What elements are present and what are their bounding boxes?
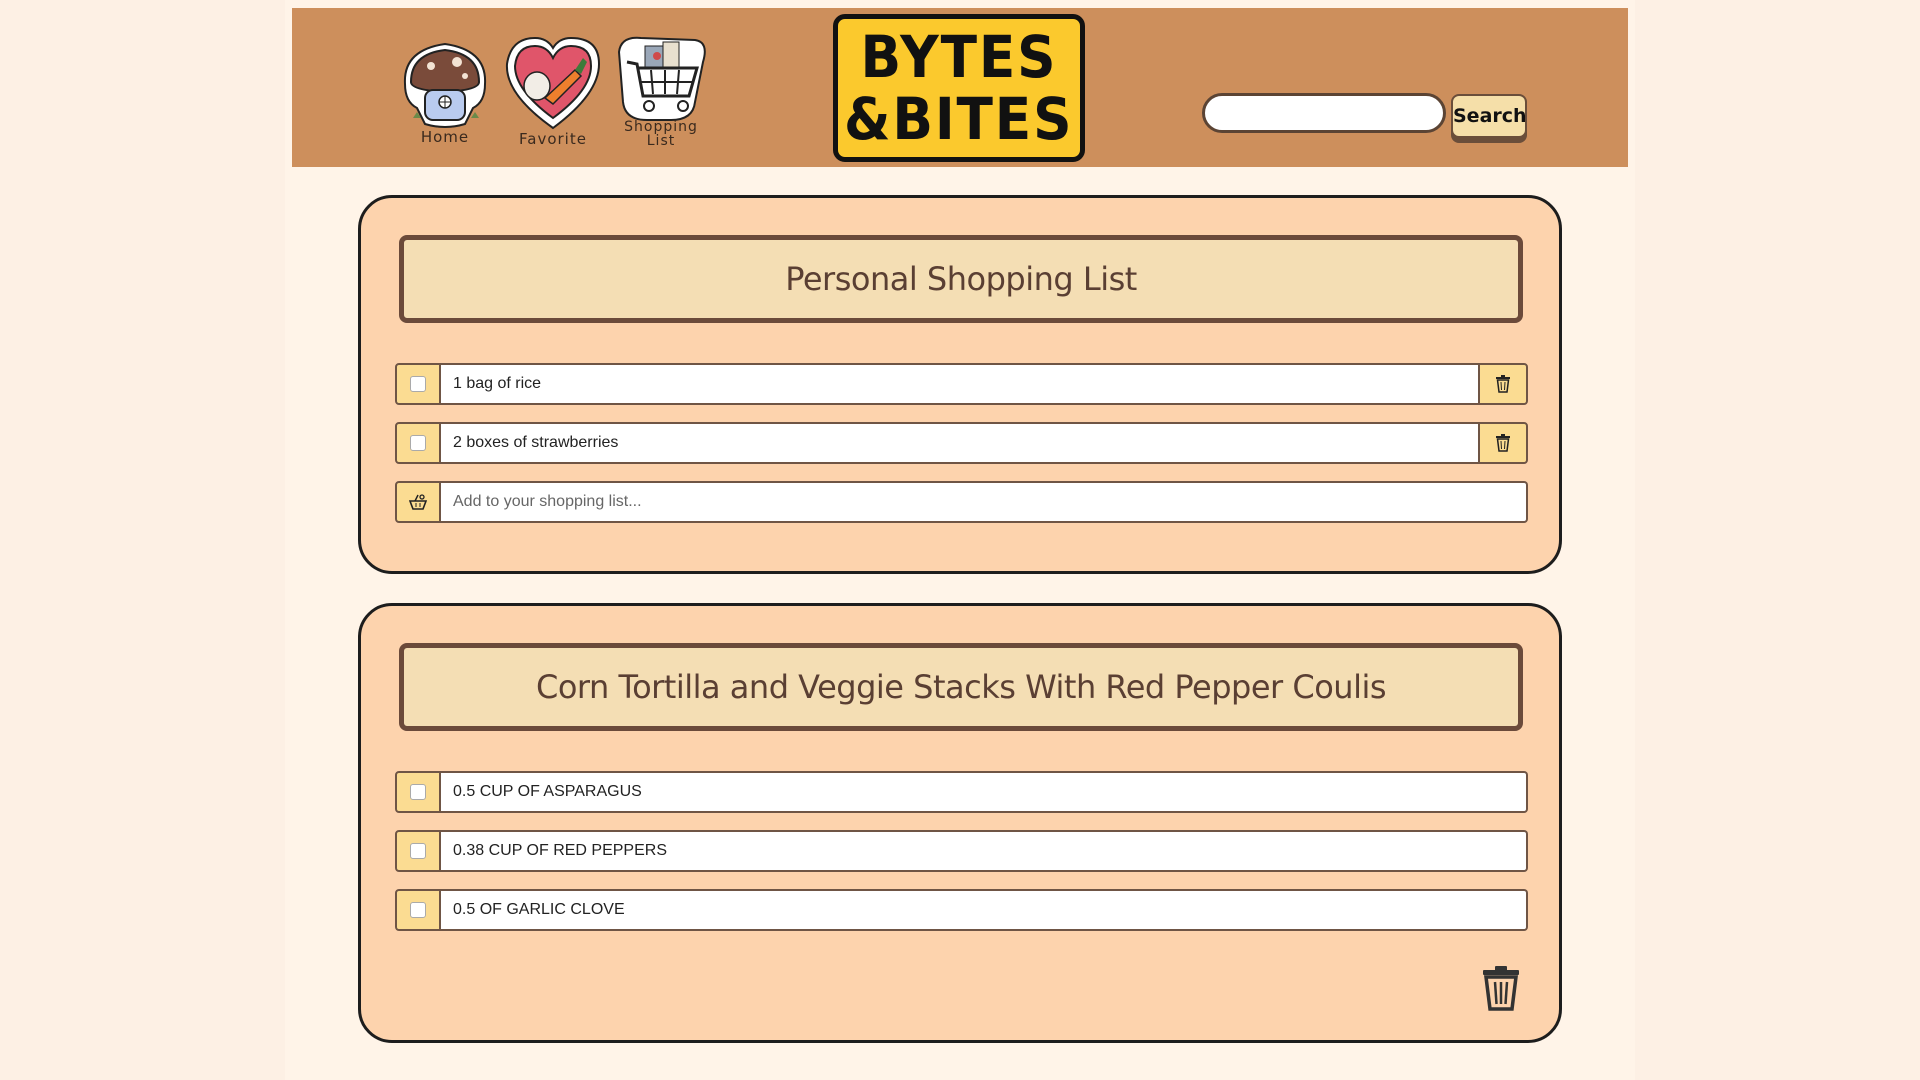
logo-line-1: BYTES [860,23,1058,91]
trash-icon [1496,375,1510,393]
item-checkbox[interactable] [410,435,426,451]
list-item: 1 bag of rice [395,363,1528,405]
personal-shopping-list-card: Personal Shopping List 1 bag of rice 2 b… [358,195,1562,574]
checkbox-cell [395,422,441,464]
nav-shopping-label-1: Shopping [624,119,698,135]
delete-recipe-button[interactable] [1479,964,1523,1012]
nav-shopping-label-2: List [646,133,676,149]
item-checkbox[interactable] [410,843,426,859]
header-bar: Home Favorite Shopping List BYTES &BITES… [292,8,1628,167]
heart-veggie-icon [505,36,601,130]
trash-icon [1483,966,1519,1011]
search-button[interactable]: Search [1451,94,1527,138]
search-input[interactable] [1202,93,1446,133]
add-item-row [395,481,1528,523]
add-item-button[interactable] [395,481,441,523]
list-item: 0.5 OF GARLIC CLOVE [395,889,1528,931]
mushroom-house-icon [403,42,487,128]
recipe-title: Corn Tortilla and Veggie Stacks With Red… [399,643,1523,731]
list-item: 2 boxes of strawberries [395,422,1528,464]
logo-line-2: &BITES [844,85,1074,153]
nav-shopping-list[interactable]: Shopping List [606,32,716,162]
checkbox-cell [395,771,441,813]
shopping-cart-icon [617,36,706,121]
checkbox-cell [395,889,441,931]
item-checkbox[interactable] [410,376,426,392]
item-text: 2 boxes of strawberries [441,422,1478,464]
nav-home-label: Home [420,128,470,146]
nav-favorite[interactable]: Favorite [498,32,608,162]
item-checkbox[interactable] [410,902,426,918]
delete-item-button[interactable] [1478,422,1528,464]
list-item: 0.5 CUP OF ASPARAGUS [395,771,1528,813]
checkbox-cell [395,830,441,872]
nav-favorite-label: Favorite [519,130,587,148]
item-text: 0.5 CUP OF ASPARAGUS [441,771,1528,813]
logo[interactable]: BYTES &BITES [833,14,1085,162]
item-text: 0.38 CUP OF RED PEPPERS [441,830,1528,872]
personal-list-title: Personal Shopping List [399,235,1523,323]
nav-home[interactable]: Home [390,32,500,162]
basket-icon [409,494,427,510]
recipe-ingredient-card: Corn Tortilla and Veggie Stacks With Red… [358,603,1562,1043]
delete-item-button[interactable] [1478,363,1528,405]
item-checkbox[interactable] [410,784,426,800]
item-text: 1 bag of rice [441,363,1478,405]
trash-icon [1496,434,1510,452]
add-item-input[interactable] [441,481,1528,523]
list-item: 0.38 CUP OF RED PEPPERS [395,830,1528,872]
item-text: 0.5 OF GARLIC CLOVE [441,889,1528,931]
checkbox-cell [395,363,441,405]
